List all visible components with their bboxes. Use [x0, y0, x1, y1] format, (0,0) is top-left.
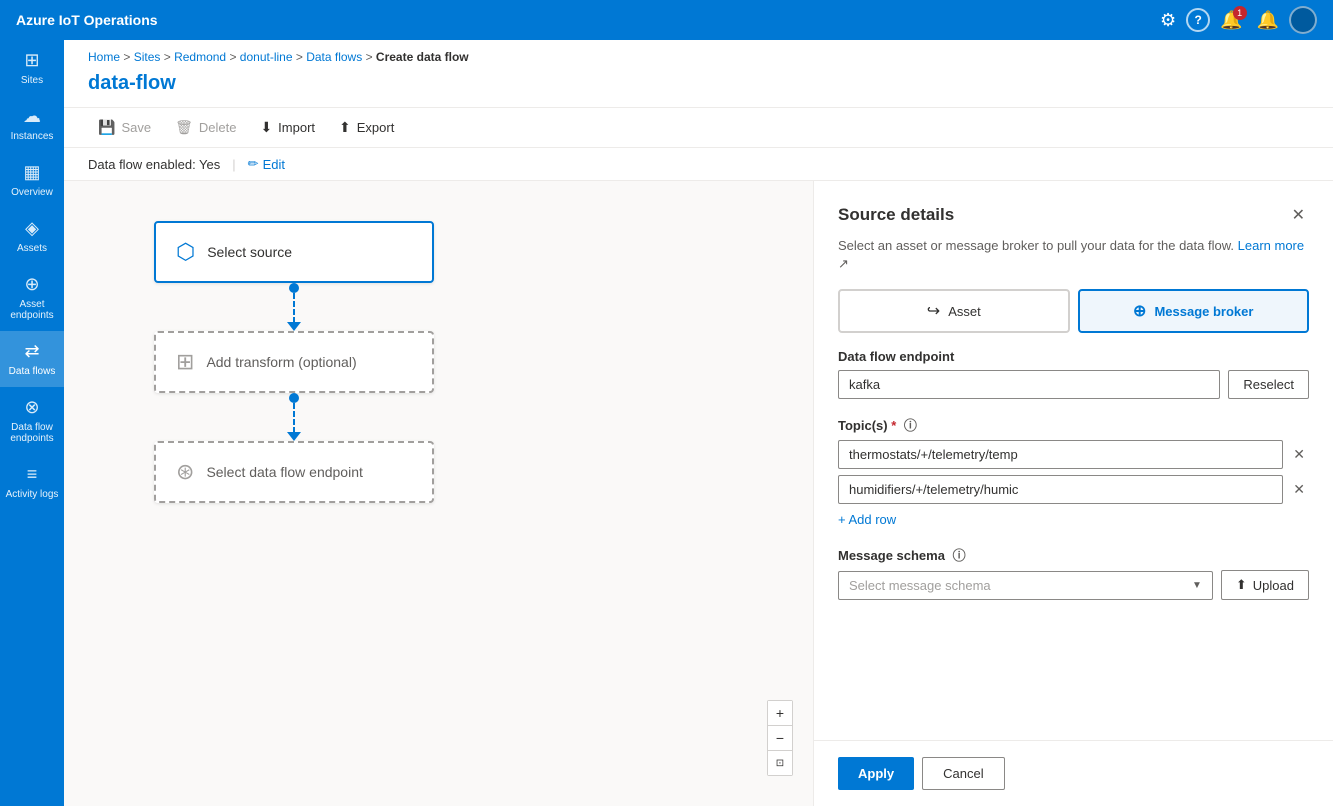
breadcrumb-home[interactable]: Home — [88, 50, 120, 64]
add-row-button[interactable]: + Add row — [838, 510, 896, 529]
schema-info-icon: ⓘ — [953, 548, 966, 563]
schema-select[interactable]: Select message schema ▼ — [838, 571, 1213, 600]
cancel-button[interactable]: Cancel — [922, 757, 1004, 790]
sidebar-label-data-flow-endpoints: Data flow endpoints — [4, 422, 60, 444]
sidebar-item-data-flows[interactable]: ⇄ Data flows — [0, 331, 64, 387]
delete-button[interactable]: 🗑 Delete — [165, 114, 246, 141]
destination-node-label: Select data flow endpoint — [206, 464, 362, 480]
import-icon: ⬇ — [260, 119, 272, 136]
topic-input-1[interactable] — [838, 440, 1283, 469]
apply-button[interactable]: Apply — [838, 757, 914, 790]
breadcrumb-redmond[interactable]: Redmond — [174, 50, 226, 64]
dataflow-status: Data flow enabled: Yes — [88, 157, 220, 172]
sidebar-item-data-flow-endpoints[interactable]: ⊗ Data flow endpoints — [0, 387, 64, 454]
alerts-icon[interactable]: 🔔 — [1253, 6, 1283, 35]
transform-node-label: Add transform (optional) — [206, 354, 356, 370]
overview-icon: ▦ — [23, 162, 40, 183]
page-title: data-flow — [64, 68, 1333, 107]
broker-icon: ⊕ — [1133, 301, 1146, 321]
help-icon[interactable]: ? — [1186, 8, 1210, 32]
breadcrumb: Home > Sites > Redmond > donut-line > Da… — [64, 40, 1333, 68]
asset-type-button[interactable]: ↪ Asset — [838, 289, 1070, 333]
activity-logs-icon: ≡ — [27, 464, 38, 485]
notification-badge: 1 — [1233, 6, 1247, 20]
endpoint-input[interactable] — [838, 370, 1220, 399]
sidebar-label-assets: Assets — [17, 243, 47, 254]
delete-icon: 🗑 — [175, 119, 193, 136]
required-star: * — [891, 418, 896, 433]
assets-icon: ◈ — [25, 218, 39, 239]
sidebar-label-data-flows: Data flows — [9, 366, 56, 377]
remove-topic-2-button[interactable]: ✕ — [1289, 477, 1309, 502]
transform-node[interactable]: ⊞ Add transform (optional) — [154, 331, 434, 393]
destination-node[interactable]: ⊛ Select data flow endpoint — [154, 441, 434, 503]
sidebar-item-instances[interactable]: ☁ Instances — [0, 96, 64, 152]
settings-icon[interactable]: ⚙ — [1156, 6, 1180, 35]
sidebar-item-assets[interactable]: ◈ Assets — [0, 208, 64, 264]
dropdown-chevron-icon: ▼ — [1192, 580, 1202, 591]
sites-icon: ⊞ — [24, 50, 39, 71]
topic-row-2: ✕ — [838, 475, 1309, 504]
transform-node-icon: ⊞ — [176, 349, 194, 375]
upload-icon: ⬆ — [1236, 577, 1247, 593]
breadcrumb-donut-line[interactable]: donut-line — [240, 50, 293, 64]
asset-endpoints-icon: ⊕ — [24, 274, 39, 295]
export-icon: ⬆ — [339, 119, 351, 136]
asset-icon: ↪ — [927, 301, 940, 321]
sidebar-item-activity-logs[interactable]: ≡ Activity logs — [0, 454, 64, 510]
import-button[interactable]: ⬇ Import — [250, 114, 325, 141]
reselect-button[interactable]: Reselect — [1228, 370, 1309, 399]
zoom-in-button[interactable]: + — [768, 701, 792, 725]
topic-row-1: ✕ — [838, 440, 1309, 469]
sidebar-item-sites[interactable]: ⊞ Sites — [0, 40, 64, 96]
upload-button[interactable]: ⬆ Upload — [1221, 570, 1309, 600]
schema-label: Message schema ⓘ — [838, 545, 1309, 564]
breadcrumb-sites[interactable]: Sites — [134, 50, 161, 64]
learn-more-link[interactable]: Learn more — [1238, 238, 1304, 253]
endpoint-label: Data flow endpoint — [838, 349, 1309, 364]
topics-label: Topic(s) * ⓘ — [838, 415, 1309, 434]
sidebar-item-asset-endpoints[interactable]: ⊕ Asset endpoints — [0, 264, 64, 331]
sidebar-label-activity-logs: Activity logs — [6, 489, 59, 500]
source-node-icon: ⬡ — [176, 239, 195, 265]
topics-info-icon: ⓘ — [904, 418, 917, 433]
avatar[interactable] — [1289, 6, 1317, 34]
panel-description: Select an asset or message broker to pul… — [814, 237, 1333, 289]
fit-view-button[interactable]: ⊡ — [768, 751, 792, 775]
panel-title: Source details — [838, 205, 954, 225]
sidebar-label-sites: Sites — [21, 75, 43, 86]
sidebar-label-overview: Overview — [11, 187, 53, 198]
sidebar-label-instances: Instances — [11, 131, 54, 142]
sidebar-label-asset-endpoints: Asset endpoints — [4, 299, 60, 321]
data-flow-endpoints-icon: ⊗ — [24, 397, 39, 418]
source-node[interactable]: ⬡ Select source — [154, 221, 434, 283]
edit-icon: ✏ — [248, 156, 259, 172]
export-button[interactable]: ⬆ Export — [329, 114, 404, 141]
breadcrumb-data-flows[interactable]: Data flows — [306, 50, 362, 64]
zoom-out-button[interactable]: − — [768, 726, 792, 750]
app-title: Azure IoT Operations — [16, 12, 158, 28]
notifications-icon[interactable]: 🔔 1 — [1216, 6, 1246, 35]
save-button[interactable]: 💾 Save — [88, 114, 161, 141]
edit-button[interactable]: ✏ Edit — [248, 156, 285, 172]
remove-topic-1-button[interactable]: ✕ — [1289, 442, 1309, 467]
breadcrumb-current: Create data flow — [376, 50, 469, 64]
save-icon: 💾 — [98, 119, 115, 136]
data-flows-icon: ⇄ — [24, 341, 39, 362]
destination-node-icon: ⊛ — [176, 459, 194, 485]
message-broker-type-button[interactable]: ⊕ Message broker — [1078, 289, 1310, 333]
topic-input-2[interactable] — [838, 475, 1283, 504]
sidebar-item-overview[interactable]: ▦ Overview — [0, 152, 64, 208]
close-panel-button[interactable]: ✕ — [1288, 201, 1309, 229]
source-node-label: Select source — [207, 244, 292, 260]
instances-icon: ☁ — [23, 106, 41, 127]
